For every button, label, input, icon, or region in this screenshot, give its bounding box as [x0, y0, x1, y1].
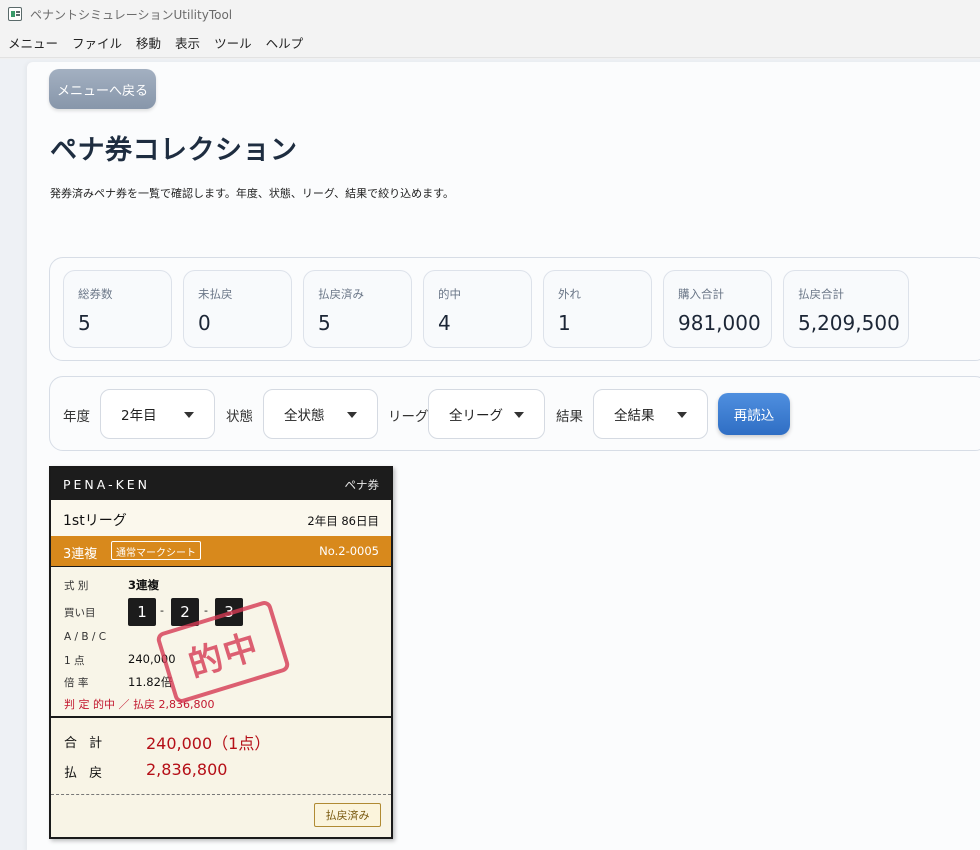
- ticket-type-value: 3連複: [128, 578, 160, 592]
- window-title: ペナントシミュレーションUtilityTool: [30, 7, 233, 22]
- stat-label: 未払戻: [198, 287, 233, 301]
- stat-label: 的中: [438, 287, 461, 301]
- ticket-brand: PENA-KEN: [63, 477, 151, 492]
- ticket-bet-type: 3連複: [63, 547, 98, 562]
- stat-value: 1: [558, 311, 571, 335]
- status-select[interactable]: 全状態: [263, 389, 378, 439]
- ticket-header: PENA-KEN ペナ券: [51, 468, 391, 500]
- result-filter-label: 結果: [556, 409, 583, 425]
- ticket-type-label: 式 別: [64, 580, 89, 592]
- ticket-sheet-badge: 通常マークシート: [111, 541, 201, 560]
- year-filter-label: 年度: [63, 409, 90, 425]
- page-description: 発券済みペナ券を一覧で確認します。年度、状態、リーグ、結果で絞り込めます。: [50, 187, 455, 200]
- ticket-total-value: 240,000（1点）: [146, 734, 271, 753]
- stat-misses: 外れ 1: [543, 270, 652, 348]
- ticket-card[interactable]: PENA-KEN ペナ券 1stリーグ 2年目 86日目 3連複 通常マークシー…: [49, 466, 393, 839]
- menu-item-move[interactable]: 移動: [130, 33, 167, 52]
- ticket-abc-label: A / B / C: [64, 631, 107, 643]
- ticket-league: 1stリーグ: [63, 513, 127, 529]
- paid-status-badge: 払戻済み: [314, 803, 381, 827]
- chevron-down-icon: [347, 412, 357, 418]
- menu-bar: メニュー ファイル 移動 表示 ツール ヘルプ: [0, 28, 980, 58]
- year-select[interactable]: 2年目: [100, 389, 215, 439]
- stat-label: 払戻済み: [318, 287, 364, 301]
- ticket-odds-value: 11.82倍: [128, 675, 173, 689]
- stat-label: 購入合計: [678, 287, 724, 301]
- stat-value: 5: [78, 311, 91, 335]
- menu-item-help[interactable]: ヘルプ: [260, 33, 310, 52]
- stat-value: 5: [318, 311, 331, 335]
- app-icon: [8, 7, 22, 21]
- stat-unpaid: 未払戻 0: [183, 270, 292, 348]
- menu-item-file[interactable]: ファイル: [66, 33, 128, 52]
- stat-payout-total: 払戻合計 5,209,500: [783, 270, 909, 348]
- title-bar: ペナントシミュレーションUtilityTool: [0, 0, 980, 28]
- stat-value: 5,209,500: [798, 311, 900, 335]
- ticket-divider: [51, 794, 391, 795]
- ticket-unit-label: 1 点: [64, 655, 85, 667]
- league-select[interactable]: 全リーグ: [428, 389, 545, 439]
- chevron-down-icon: [184, 412, 194, 418]
- stat-value: 4: [438, 311, 451, 335]
- stat-label: 総券数: [78, 287, 113, 301]
- year-select-value: 2年目: [121, 408, 157, 424]
- result-select-value: 全結果: [614, 408, 655, 424]
- pick-number: 1: [128, 598, 156, 626]
- ticket-payout-value: 2,836,800: [146, 760, 228, 779]
- ticket-day: 2年目 86日目: [307, 514, 379, 528]
- ticket-kind: ペナ券: [344, 478, 380, 492]
- back-to-menu-button[interactable]: メニューへ戻る: [49, 69, 156, 109]
- stat-hits: 的中 4: [423, 270, 532, 348]
- stat-value: 0: [198, 311, 211, 335]
- menu-item-menu[interactable]: メニュー: [2, 33, 64, 52]
- page-title: ペナ券コレクション: [50, 135, 298, 166]
- pick-separator: -: [204, 604, 208, 617]
- menu-item-tools[interactable]: ツール: [208, 33, 258, 52]
- league-select-value: 全リーグ: [449, 408, 503, 424]
- reload-button[interactable]: 再読込: [718, 393, 790, 435]
- ticket-payout-label: 払 戻: [64, 766, 107, 781]
- pick-separator: -: [160, 604, 164, 617]
- ticket-number: No.2-0005: [319, 544, 379, 558]
- ticket-picks-label: 買い目: [64, 607, 96, 619]
- menu-item-view[interactable]: 表示: [169, 33, 206, 52]
- status-select-value: 全状態: [284, 408, 325, 424]
- ticket-total-label: 合 計: [64, 736, 107, 751]
- ticket-odds-label: 倍 率: [64, 677, 89, 689]
- stat-label: 払戻合計: [798, 287, 844, 301]
- stat-value: 981,000: [678, 311, 761, 335]
- stat-label: 外れ: [558, 287, 581, 301]
- stat-total-tickets: 総券数 5: [63, 270, 172, 348]
- result-select[interactable]: 全結果: [593, 389, 708, 439]
- chevron-down-icon: [677, 412, 687, 418]
- stat-paid: 払戻済み 5: [303, 270, 412, 348]
- league-filter-label: リーグ: [388, 409, 429, 425]
- status-filter-label: 状態: [226, 409, 253, 425]
- stat-purchase-total: 購入合計 981,000: [663, 270, 772, 348]
- chevron-down-icon: [514, 412, 524, 418]
